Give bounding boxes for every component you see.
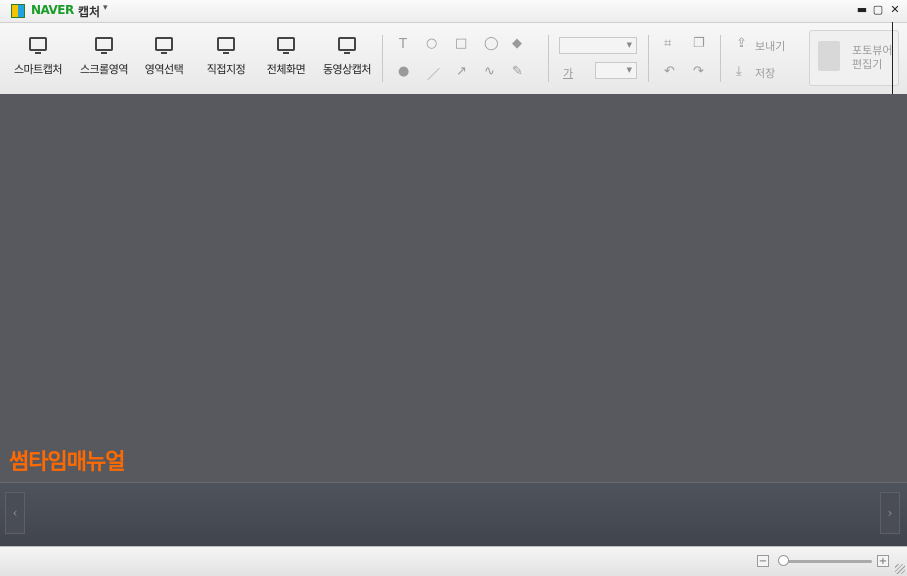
toolbar: 스마트캡처 스크롤영역 영역선택 직접지정 전체화면 동영상캡처 T ○ □ ◯… <box>0 23 907 95</box>
next-thumbnail-button[interactable]: › <box>880 492 900 534</box>
scroll-capture-icon <box>95 37 113 54</box>
toolbar-divider <box>720 35 721 82</box>
toolbar-divider <box>382 35 383 82</box>
brand-label: NAVER <box>31 3 74 17</box>
full-screen-label: 전체화면 <box>266 63 306 76</box>
capture-canvas[interactable] <box>0 94 907 482</box>
scroll-area-label: 스크롤영역 <box>79 63 129 76</box>
scroll-area-button[interactable]: 스크롤영역 <box>72 37 136 77</box>
resize-grip-icon[interactable] <box>895 564 905 574</box>
video-capture-button[interactable]: 동영상캡처 <box>315 37 379 77</box>
send-label: 보내기 <box>755 40 786 53</box>
manual-select-icon <box>217 37 235 54</box>
zoom-slider-track[interactable] <box>782 560 872 563</box>
full-screen-icon <box>277 37 295 54</box>
manual-select-button[interactable]: 직접지정 <box>194 37 258 77</box>
chevron-down-icon: ▼ <box>626 41 632 49</box>
fill-bucket-icon[interactable]: ◆ <box>512 36 522 51</box>
font-family-select[interactable]: ▼ <box>559 37 637 54</box>
pen-tool-icon[interactable]: ✎ <box>512 64 523 79</box>
app-menu-dropdown[interactable]: ▾ <box>103 3 108 13</box>
region-select-button[interactable]: 영역선택 <box>132 37 196 77</box>
window-edge <box>892 22 893 94</box>
play-icon <box>338 37 356 54</box>
text-tool-icon[interactable]: T <box>399 37 407 52</box>
titlebar: NAVER 캡처 ▾ ▬ ▢ ✕ <box>0 0 907 23</box>
save-label: 저장 <box>755 67 776 80</box>
zoom-slider-thumb[interactable] <box>778 555 789 566</box>
minimize-button[interactable]: ▬ <box>855 2 869 18</box>
app-name-label: 캡처 <box>78 5 101 19</box>
smart-capture-button[interactable]: 스마트캡처 <box>6 37 70 77</box>
region-select-icon <box>155 37 173 54</box>
share-icon: ⇪ <box>736 36 747 51</box>
zoom-out-button[interactable]: − <box>757 555 769 567</box>
resize-icon[interactable]: ❐ <box>693 36 705 51</box>
toolbar-divider <box>648 35 649 82</box>
arrow-tool-icon[interactable]: ↗ <box>456 64 467 79</box>
zoom-in-button[interactable]: + <box>877 555 889 567</box>
toolbar-divider <box>548 35 549 82</box>
maximize-button[interactable]: ▢ <box>871 2 885 18</box>
statusbar: − + <box>0 546 907 576</box>
app-logo-icon <box>11 4 25 18</box>
photo-viewer-icon <box>818 41 840 71</box>
manual-select-label: 직접지정 <box>206 63 246 76</box>
download-icon: ⤓ <box>736 64 742 79</box>
prev-thumbnail-button[interactable]: ‹ <box>5 492 25 534</box>
rectangle-tool-icon[interactable]: □ <box>455 36 467 51</box>
crop-icon[interactable]: ⌗ <box>664 36 671 51</box>
watermark-text: 썸타임매뉴얼 <box>9 450 125 475</box>
font-style-button[interactable]: 가 <box>563 65 573 81</box>
video-capture-label: 동영상캡처 <box>322 63 372 76</box>
full-screen-button[interactable]: 전체화면 <box>254 37 318 77</box>
smart-capture-label: 스마트캡처 <box>13 63 63 76</box>
smart-capture-icon <box>29 37 47 54</box>
stamp-tool-icon[interactable]: ● <box>398 64 409 79</box>
region-select-label: 영역선택 <box>144 63 184 76</box>
thumbnail-strip: ‹ › <box>0 482 907 547</box>
font-size-select[interactable]: ▼ <box>595 62 637 79</box>
close-button[interactable]: ✕ <box>888 2 902 18</box>
curve-tool-icon[interactable]: ∿ <box>484 64 495 79</box>
redo-icon[interactable]: ↷ <box>693 64 704 79</box>
line-tool-icon[interactable]: ／ <box>427 64 440 83</box>
circle-tool-icon[interactable]: ○ <box>426 36 437 51</box>
speech-balloon-icon[interactable]: ◯ <box>484 36 499 51</box>
undo-icon[interactable]: ↶ <box>664 64 675 79</box>
photo-editor-label: 편집기 <box>852 58 883 71</box>
chevron-down-icon: ▼ <box>626 66 632 74</box>
photo-viewer-editor-button[interactable]: 포토뷰어 편집기 <box>809 30 899 86</box>
